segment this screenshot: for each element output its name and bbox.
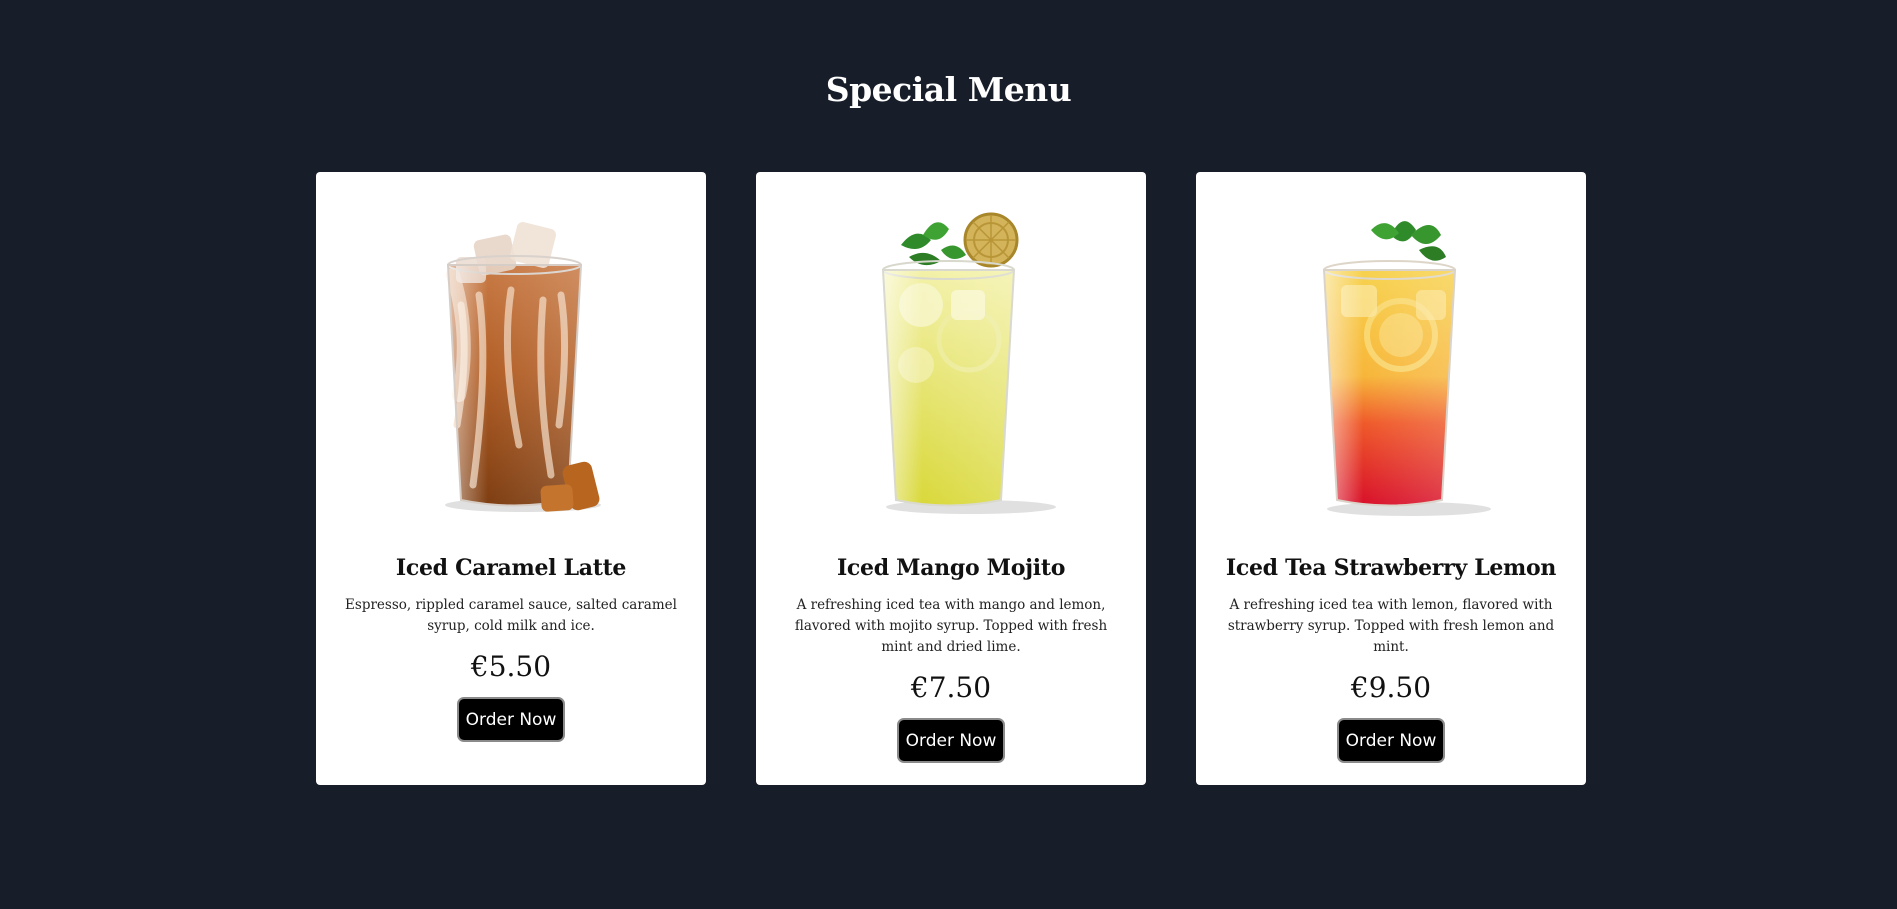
menu-card-iced-mango-mojito: Iced Mango Mojito A refreshing iced tea … [756, 172, 1146, 785]
item-description: A refreshing iced tea with lemon, flavor… [1227, 597, 1555, 655]
menu-card-iced-tea-strawberry-lemon: Iced Tea Strawberry Lemon A refreshing i… [1196, 172, 1586, 785]
item-name: Iced Caramel Latte [395, 555, 627, 581]
iced-caramel-latte-image [445, 222, 601, 512]
item-price: €7.50 [910, 671, 992, 704]
menu-cards: Iced Caramel Latte Espresso, rippled car… [316, 172, 1586, 785]
item-name: Iced Mango Mojito [836, 555, 1066, 581]
item-price: €5.50 [470, 650, 552, 683]
iced-mango-mojito-image [881, 212, 1056, 514]
item-description: Espresso, rippled caramel sauce, salted … [345, 597, 677, 634]
item-price: €9.50 [1350, 671, 1432, 704]
order-now-button[interactable]: Order Now [1337, 718, 1445, 763]
menu-card-iced-caramel-latte: Iced Caramel Latte Espresso, rippled car… [316, 172, 706, 785]
item-description: A refreshing iced tea with mango and lem… [794, 597, 1108, 655]
order-now-button[interactable]: Order Now [897, 718, 1005, 763]
page-title: Special Menu [825, 70, 1072, 109]
iced-tea-strawberry-lemon-image [1322, 221, 1491, 516]
item-name: Iced Tea Strawberry Lemon [1225, 555, 1557, 581]
order-now-button[interactable]: Order Now [457, 697, 565, 742]
